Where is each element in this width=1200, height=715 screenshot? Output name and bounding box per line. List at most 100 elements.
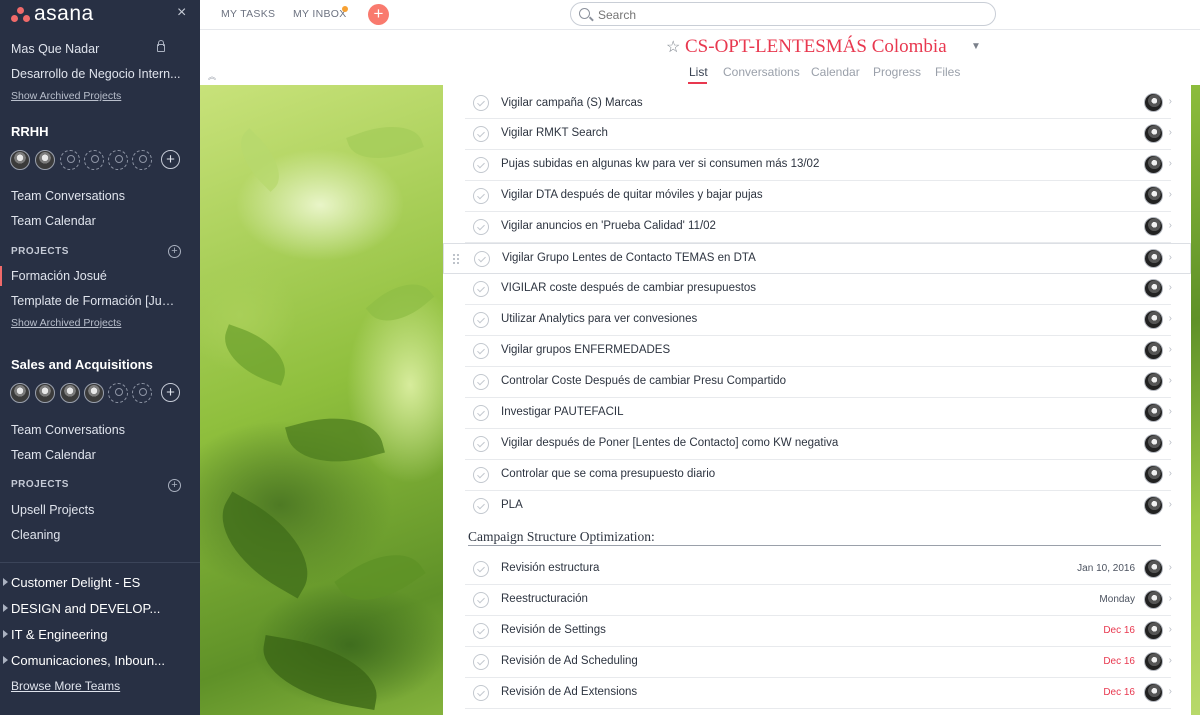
expand-team-icon[interactable]: [3, 656, 8, 664]
quick-add-button[interactable]: +: [368, 4, 389, 25]
sidebar-project[interactable]: Upsell Projects: [11, 503, 181, 517]
search-box[interactable]: [570, 2, 996, 26]
empty-member-icon[interactable]: [60, 150, 80, 170]
chevron-right-icon[interactable]: ›: [1169, 220, 1172, 231]
collapsed-team[interactable]: DESIGN and DEVELOP...: [11, 601, 191, 616]
chevron-right-icon[interactable]: ›: [1169, 686, 1172, 697]
task-row[interactable]: Revisión estructura Jan 10, 2016 ›: [465, 554, 1172, 585]
complete-check-icon[interactable]: [473, 685, 489, 701]
complete-check-icon[interactable]: [473, 343, 489, 359]
chevron-right-icon[interactable]: ›: [1169, 562, 1172, 573]
assignee-avatar[interactable]: [1144, 621, 1163, 640]
search-input[interactable]: [596, 7, 976, 23]
task-row[interactable]: Utilizar Analytics para ver convesiones …: [465, 305, 1172, 336]
empty-member-icon[interactable]: [84, 150, 104, 170]
task-row-hovered[interactable]: Vigilar Grupo Lentes de Contacto TEMAS e…: [443, 243, 1191, 274]
due-date[interactable]: Jan 10, 2016: [1077, 563, 1135, 574]
task-row[interactable]: Investigar PAUTEFACIL ›: [465, 398, 1172, 429]
drag-handle-icon[interactable]: [452, 253, 460, 265]
chevron-right-icon[interactable]: ›: [1169, 437, 1172, 448]
sidebar-project[interactable]: Cleaning: [11, 528, 181, 542]
complete-check-icon[interactable]: [473, 498, 489, 514]
assignee-avatar[interactable]: [1144, 249, 1163, 268]
sidebar-project[interactable]: Template de Formación [Juni...: [11, 294, 181, 308]
my-inbox-link[interactable]: MY INBOX: [293, 8, 347, 20]
chevron-right-icon[interactable]: ›: [1169, 468, 1172, 479]
chevron-right-icon[interactable]: ›: [1169, 406, 1172, 417]
empty-member-icon[interactable]: [132, 383, 152, 403]
empty-member-icon[interactable]: [108, 150, 128, 170]
assignee-avatar[interactable]: [1144, 434, 1163, 453]
chevron-right-icon[interactable]: ›: [1169, 624, 1172, 635]
assignee-avatar[interactable]: [1144, 559, 1163, 578]
empty-member-icon[interactable]: [108, 383, 128, 403]
task-name[interactable]: Vigilar después de Poner [Lentes de Cont…: [501, 437, 838, 449]
logo-text[interactable]: asana: [34, 2, 94, 26]
task-name[interactable]: Investigar PAUTEFACIL: [501, 406, 624, 418]
chevron-right-icon[interactable]: ›: [1169, 252, 1172, 263]
chevron-right-icon[interactable]: ›: [1169, 344, 1172, 355]
task-row[interactable]: VIGILAR coste después de cambiar presupu…: [465, 274, 1172, 305]
my-tasks-link[interactable]: MY TASKS: [221, 8, 275, 20]
browse-more-teams-link[interactable]: Browse More Teams: [11, 679, 181, 693]
add-project-button[interactable]: +: [168, 245, 181, 258]
add-member-button[interactable]: +: [161, 383, 180, 402]
chevron-right-icon[interactable]: ›: [1169, 127, 1172, 138]
assignee-avatar[interactable]: [1144, 372, 1163, 391]
due-date-overdue[interactable]: Dec 16: [1103, 625, 1135, 636]
task-name[interactable]: Vigilar DTA después de quitar móviles y …: [501, 189, 763, 201]
team-conversations-link[interactable]: Team Conversations: [11, 423, 181, 437]
complete-check-icon[interactable]: [473, 126, 489, 142]
task-name[interactable]: Revisión de Settings: [501, 624, 606, 636]
task-row[interactable]: Vigilar campaña (S) Marcas ›: [465, 88, 1172, 119]
task-name[interactable]: Revisión estructura: [501, 562, 599, 574]
due-date[interactable]: Monday: [1099, 594, 1135, 605]
task-row[interactable]: Controlar que se coma presupuesto diario…: [465, 460, 1172, 491]
complete-check-icon[interactable]: [473, 281, 489, 297]
task-row[interactable]: Pujas subidas en algunas kw para ver si …: [465, 150, 1172, 181]
task-name[interactable]: Revisión de Ad Scheduling: [501, 655, 638, 667]
task-row[interactable]: Reestructuración Monday ›: [465, 585, 1172, 616]
chevron-right-icon[interactable]: ›: [1169, 282, 1172, 293]
task-name[interactable]: Controlar Coste Después de cambiar Presu…: [501, 375, 786, 387]
chevron-right-icon[interactable]: ›: [1169, 375, 1172, 386]
task-name[interactable]: PLA: [501, 499, 523, 511]
task-name[interactable]: Vigilar RMKT Search: [501, 127, 608, 139]
chevron-right-icon[interactable]: ›: [1169, 96, 1172, 107]
collapsed-team[interactable]: Customer Delight - ES: [11, 575, 191, 590]
tab-list[interactable]: List: [689, 65, 708, 79]
favorite-project[interactable]: Desarrollo de Negocio Intern...: [11, 67, 181, 81]
project-title[interactable]: CS-OPT-LENTESMÁS Colombia: [685, 36, 947, 58]
task-row[interactable]: Vigilar después de Poner [Lentes de Cont…: [465, 429, 1172, 460]
tab-files[interactable]: Files: [935, 65, 960, 79]
task-row[interactable]: Controlar Coste Después de cambiar Presu…: [465, 367, 1172, 398]
complete-check-icon[interactable]: [473, 623, 489, 639]
team-name[interactable]: RRHH: [11, 124, 49, 139]
complete-check-icon[interactable]: [473, 219, 489, 235]
tab-progress[interactable]: Progress: [873, 65, 921, 79]
task-row[interactable]: Revisión de Ad Extensions Dec 16 ›: [465, 678, 1172, 709]
complete-check-icon[interactable]: [473, 467, 489, 483]
favorite-project[interactable]: Mas Que Nadar: [11, 42, 181, 56]
task-name[interactable]: Vigilar Grupo Lentes de Contacto TEMAS e…: [502, 252, 756, 264]
collapsed-team[interactable]: IT & Engineering: [11, 627, 191, 642]
complete-check-icon[interactable]: [473, 654, 489, 670]
collapse-icon[interactable]: ︽: [208, 71, 216, 82]
expand-team-icon[interactable]: [3, 630, 8, 638]
assignee-avatar[interactable]: [1144, 465, 1163, 484]
complete-check-icon[interactable]: [473, 436, 489, 452]
chevron-right-icon[interactable]: ›: [1169, 655, 1172, 666]
due-date-overdue[interactable]: Dec 16: [1103, 687, 1135, 698]
show-archived-link[interactable]: Show Archived Projects: [11, 90, 121, 102]
assignee-avatar[interactable]: [1144, 279, 1163, 298]
tab-conversations[interactable]: Conversations: [723, 65, 800, 79]
star-icon[interactable]: ☆: [666, 37, 680, 57]
complete-check-icon[interactable]: [473, 157, 489, 173]
complete-check-icon[interactable]: [473, 374, 489, 390]
task-name[interactable]: Pujas subidas en algunas kw para ver si …: [501, 158, 819, 170]
team-name[interactable]: Sales and Acquisitions: [11, 357, 153, 372]
assignee-avatar[interactable]: [1144, 93, 1163, 112]
task-name[interactable]: Revisión de Ad Extensions: [501, 686, 637, 698]
due-date-overdue[interactable]: Dec 16: [1103, 656, 1135, 667]
assignee-avatar[interactable]: [1144, 155, 1163, 174]
